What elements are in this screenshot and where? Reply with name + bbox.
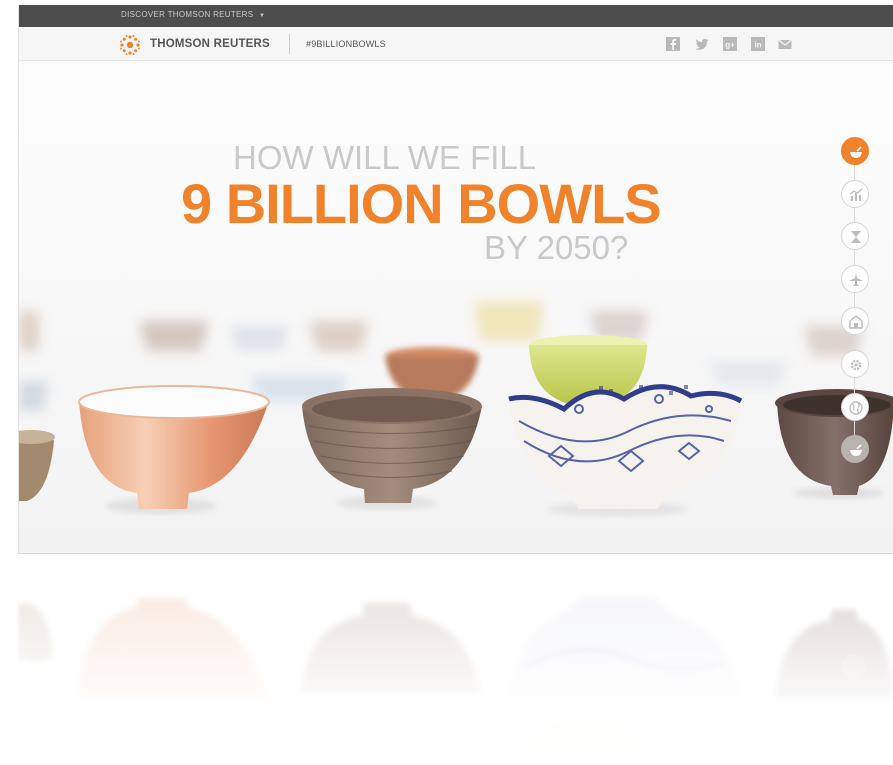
stone-bowl	[302, 388, 482, 510]
bowl-icon	[850, 444, 862, 456]
twitter-icon[interactable]	[694, 36, 710, 52]
nav-divider	[289, 34, 290, 54]
dark-bowl	[775, 389, 893, 499]
facebook-icon[interactable]	[665, 36, 681, 52]
gear-icon	[850, 359, 862, 371]
svg-text:in: in	[754, 41, 761, 50]
bowls-photo	[19, 301, 893, 516]
chart-icon	[849, 188, 863, 201]
thomson-reuters-logo-icon[interactable]	[119, 34, 141, 56]
linkedin-icon[interactable]: in	[750, 36, 766, 52]
caret-down-icon: ▼	[258, 13, 266, 19]
hero-section: HOW WILL WE FILL 9 BILLION BOWLS BY 2050…	[19, 61, 893, 553]
side-nav-bowl-final[interactable]	[841, 435, 869, 463]
top-utility-bar: DISCOVER THOMSON REUTERS ▼	[19, 5, 893, 27]
headline-line-2: 9 BILLION BOWLS	[181, 172, 662, 235]
globe-icon	[849, 401, 863, 415]
side-nav-building[interactable]	[841, 307, 869, 335]
discover-label: DISCOVER THOMSON REUTERS	[121, 10, 254, 19]
partial-bowl-left	[19, 430, 55, 501]
side-nav-globe[interactable]	[841, 393, 869, 421]
headline-line-3: BY 2050?	[484, 229, 629, 266]
side-nav-hourglass[interactable]	[841, 222, 869, 250]
side-nav-plane[interactable]	[841, 265, 869, 293]
brand-name[interactable]: THOMSON REUTERS	[150, 38, 270, 50]
side-nav-gear[interactable]	[841, 350, 869, 378]
page-frame: DISCOVER THOMSON REUTERS ▼ THOMSON REUTE…	[18, 5, 893, 554]
svg-text:g+: g+	[725, 41, 735, 50]
reflection-decor	[18, 558, 893, 765]
side-nav-bowl[interactable]	[841, 137, 869, 165]
discover-dropdown[interactable]: DISCOVER THOMSON REUTERS ▼	[121, 10, 265, 19]
patterned-bowl	[508, 384, 743, 516]
side-nav-chart[interactable]	[841, 180, 869, 208]
plane-icon	[849, 273, 863, 286]
google-plus-icon[interactable]: g+	[722, 36, 738, 52]
bowl-icon	[850, 146, 862, 158]
hashtag-label: #9BILLIONBOWLS	[306, 39, 386, 49]
header-navbar: THOMSON REUTERS #9BILLIONBOWLS g+ in	[19, 27, 893, 61]
hourglass-icon	[851, 231, 861, 243]
mail-icon[interactable]	[777, 36, 793, 52]
copper-bowl	[78, 385, 270, 514]
bowls-reflection	[18, 558, 893, 765]
building-icon	[849, 315, 863, 329]
